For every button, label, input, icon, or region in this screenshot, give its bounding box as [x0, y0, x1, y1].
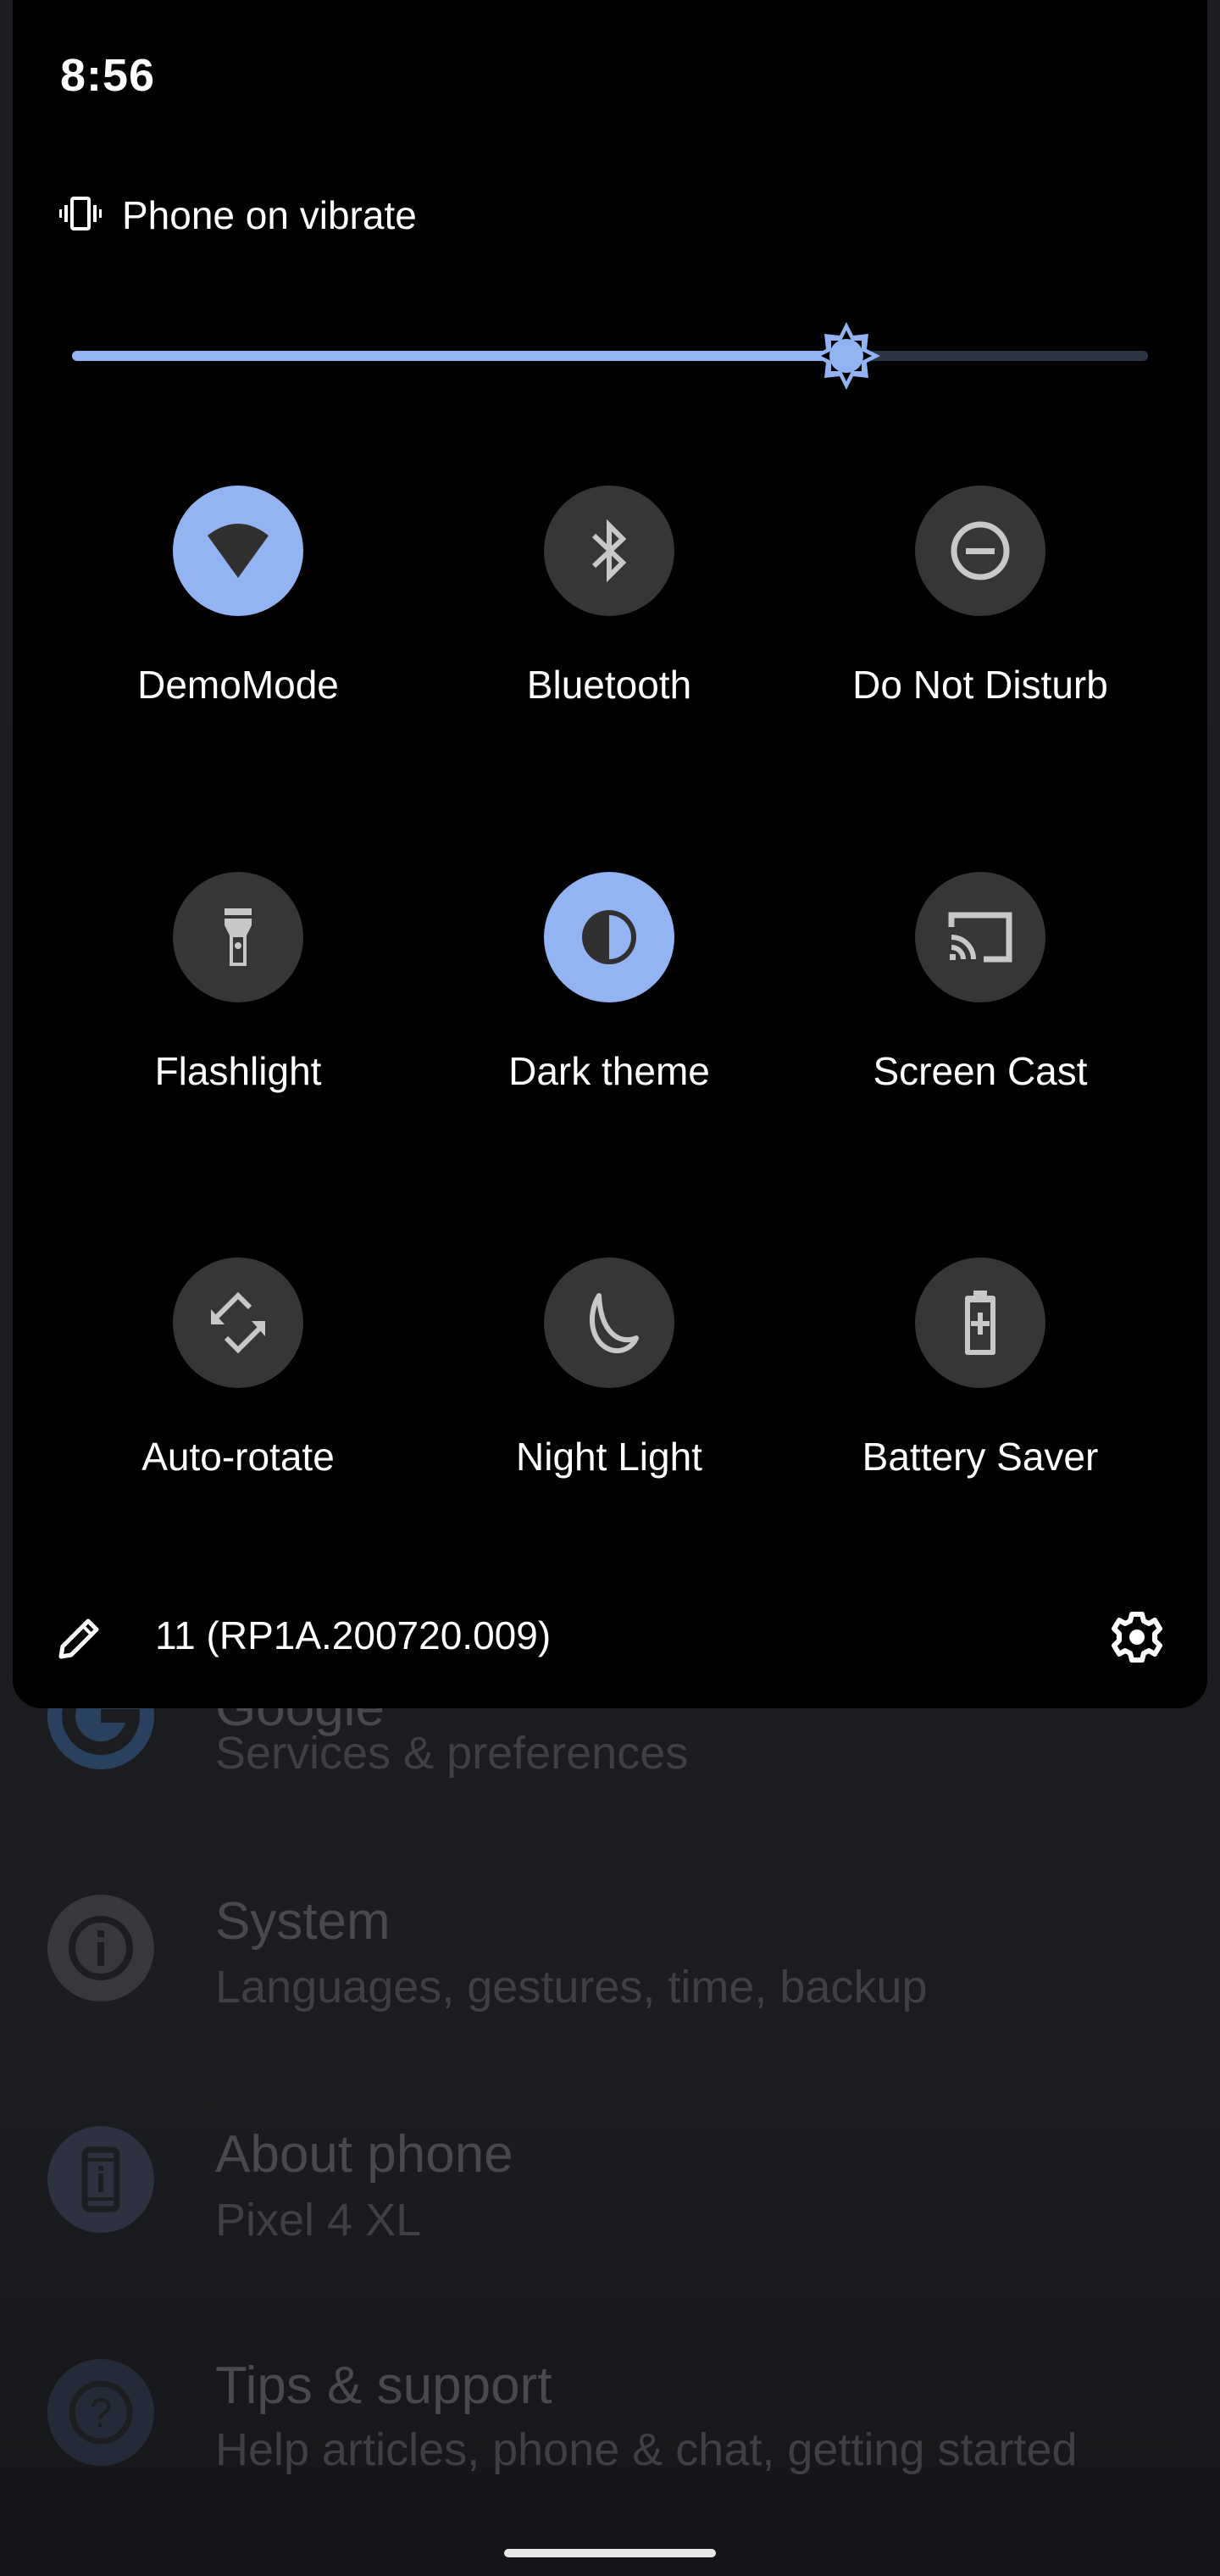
build-number[interactable]: 11 (RP1A.200720.009)	[155, 1613, 551, 1658]
gesture-nav-handle[interactable]	[504, 2549, 716, 2557]
tile-flashlight[interactable]: Flashlight	[52, 872, 424, 1094]
brightness-slider[interactable]	[72, 322, 1148, 390]
tile-toggle[interactable]	[544, 1257, 674, 1388]
tile-toggle[interactable]	[173, 486, 303, 616]
brightness-fill	[72, 351, 847, 361]
tile-demomode[interactable]: DemoMode	[52, 486, 424, 708]
tile-screen-cast[interactable]: Screen Cast	[794, 872, 1167, 1094]
phone-info-icon	[47, 2126, 154, 2233]
night-light-icon	[589, 1293, 639, 1353]
svg-text:?: ?	[90, 2391, 113, 2436]
tile-label: Auto-rotate	[141, 1435, 335, 1479]
tile-night-light[interactable]: Night Light	[423, 1257, 796, 1480]
gear-icon	[1112, 1612, 1162, 1663]
tile-auto-rotate[interactable]: Auto-rotate	[52, 1257, 424, 1480]
tile-battery-saver[interactable]: Battery Saver	[794, 1257, 1167, 1480]
info-icon	[47, 1895, 154, 2001]
bluetooth-icon	[591, 519, 627, 583]
settings-item-subtitle: Help articles, phone & chat, getting sta…	[215, 2424, 1078, 2475]
battery-saver-icon	[965, 1291, 995, 1355]
brightness-thumb[interactable]	[811, 320, 882, 391]
settings-button[interactable]	[1109, 1609, 1165, 1665]
ringer-label: Phone on vibrate	[122, 193, 417, 237]
tile-bluetooth[interactable]: Bluetooth	[423, 486, 796, 708]
tile-dark-theme[interactable]: Dark theme	[423, 872, 796, 1094]
tile-label: Battery Saver	[862, 1435, 1099, 1479]
tile-toggle[interactable]	[544, 872, 674, 1002]
flashlight-icon	[225, 908, 252, 966]
do-not-disturb-icon	[951, 521, 1010, 580]
settings-item-subtitle: Languages, gestures, time, backup	[215, 1962, 928, 2012]
settings-item-subtitle: Pixel 4 XL	[215, 2195, 422, 2246]
settings-item-subtitle: Services & preferences	[215, 1728, 689, 1779]
tile-toggle[interactable]	[915, 486, 1045, 616]
tile-label: Flashlight	[154, 1049, 322, 1093]
help-icon: ?	[47, 2359, 154, 2466]
tile-toggle[interactable]	[915, 1257, 1045, 1388]
quick-settings-footer: 11 (RP1A.200720.009)	[0, 1606, 1220, 1674]
tile-toggle[interactable]	[915, 872, 1045, 1002]
wifi-icon	[208, 524, 269, 578]
tile-label: Night Light	[516, 1435, 702, 1479]
tile-label: Screen Cast	[873, 1049, 1088, 1093]
cast-icon	[948, 912, 1012, 963]
settings-item-title: About phone	[215, 2125, 513, 2184]
brightness-icon	[812, 322, 881, 390]
settings-item-title: System	[215, 1892, 391, 1951]
tile-label: Do Not Disturb	[852, 663, 1108, 707]
tile-label: Bluetooth	[526, 663, 692, 707]
pencil-icon	[58, 1618, 99, 1659]
settings-item-title: Tips & support	[215, 2357, 552, 2415]
tile-toggle[interactable]	[173, 872, 303, 1002]
tile-label: DemoMode	[137, 663, 339, 707]
auto-rotate-icon	[211, 1291, 265, 1354]
tile-toggle[interactable]	[544, 486, 674, 616]
vibrate-icon	[59, 196, 102, 235]
tile-toggle[interactable]	[173, 1257, 303, 1388]
status-bar-clock: 8:56	[60, 50, 156, 101]
edit-tiles-button[interactable]	[56, 1614, 103, 1662]
dark-theme-icon	[582, 910, 636, 964]
ringer-status[interactable]: Phone on vibrate	[59, 192, 417, 239]
tile-label: Dark theme	[508, 1049, 710, 1093]
tile-do-not-disturb[interactable]: Do Not Disturb	[794, 486, 1167, 708]
